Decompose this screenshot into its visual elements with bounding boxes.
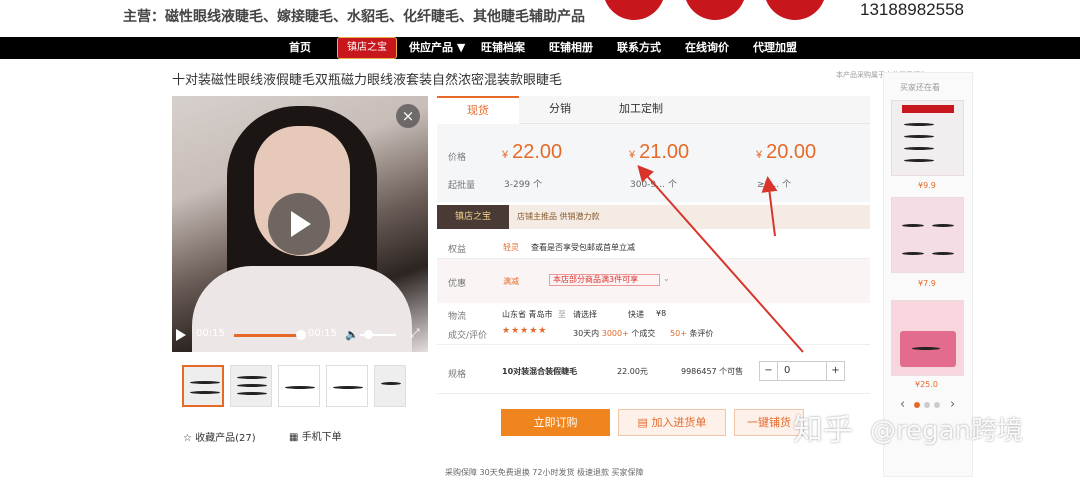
volume-icon[interactable]: 🔈	[345, 328, 359, 341]
shop-treasure-text: 店铺主推品 供销潜力款	[517, 212, 600, 221]
sold-info: 30天内 3000+ 个成交	[573, 329, 656, 338]
video-progress-track[interactable]	[234, 334, 298, 337]
min-order-label: 起批量	[448, 181, 476, 191]
qty-tier-1: 3-299 个	[504, 180, 543, 190]
rights-text[interactable]: 查看是否享受包邮或首单立减	[531, 242, 635, 253]
nav-contact[interactable]: 联系方式	[617, 37, 661, 59]
spec-stock: 9986457 个可售	[681, 367, 744, 376]
product-video[interactable]: × 00:15 00:15 🔈 ⤢	[172, 96, 428, 352]
watermark-author: @regan跨境	[870, 416, 1024, 446]
nav-products[interactable]: 供应产品 ▼	[409, 37, 465, 59]
purchase-guarantees: 采购保障 30天免费退换 72小时发货 极速退款 买家保障	[445, 468, 644, 477]
video-progress-fill	[234, 334, 297, 337]
price-label: 价格	[448, 153, 467, 163]
tab-distribution[interactable]: 分销	[530, 96, 590, 124]
promo-label: 优惠	[448, 279, 467, 289]
cart-icon: ▤	[637, 416, 652, 429]
video-total-time: 00:15	[308, 328, 337, 339]
quantity-stepper[interactable]: − 0 +	[759, 361, 845, 381]
recommend-item-1[interactable]	[891, 100, 964, 176]
thumbnail-4[interactable]	[326, 365, 368, 407]
rights-badge: 轻灵	[503, 243, 519, 252]
nav-inquiry[interactable]: 在线询价	[685, 37, 729, 59]
thumbnail-1[interactable]	[182, 365, 224, 407]
volume-handle[interactable]	[364, 330, 373, 339]
nav-bar	[0, 37, 1080, 59]
reviews-label: 成交/评价	[448, 331, 488, 341]
sidebar-dot[interactable]	[924, 402, 930, 408]
divider	[437, 393, 870, 394]
logistics-label: 物流	[448, 312, 467, 322]
recommend-price-3: ¥25.0	[915, 380, 938, 389]
nav-profile[interactable]: 旺铺档案	[481, 37, 525, 59]
promo-chevron-icon[interactable]: ⌄	[663, 274, 670, 283]
shop-treasure-tag: 镇店之宝	[437, 205, 509, 229]
quantity-value[interactable]: 0	[784, 365, 790, 376]
play-button[interactable]	[268, 193, 330, 255]
close-video-button[interactable]: ×	[396, 104, 420, 128]
logistics-cost: ¥8	[656, 309, 667, 318]
logistics-method: 快递	[628, 310, 644, 319]
increase-button[interactable]: +	[826, 362, 844, 380]
mobile-order-button[interactable]: ▦ 手机下单	[289, 428, 342, 443]
divider	[437, 344, 870, 345]
qty-tier-2: 300-9… 个	[630, 180, 678, 190]
sidebar-dot[interactable]	[914, 402, 920, 408]
recommend-price-1: ¥9.9	[918, 181, 936, 190]
thumbnail-3[interactable]	[278, 365, 320, 407]
nav-agent[interactable]: 代理加盟	[753, 37, 797, 59]
product-title: 十对装磁性眼线液假睫毛双瓶磁力眼线液套装自然浓密混装款眼睫毛	[172, 73, 563, 88]
favorite-button[interactable]: ☆ 收藏产品(27)	[183, 429, 256, 444]
nav-shop-treasure[interactable]: 镇店之宝	[337, 37, 397, 59]
add-to-cart-button[interactable]: ▤ 加入进货单	[618, 409, 726, 436]
logistics-dest-select[interactable]: 请选择	[573, 309, 597, 320]
review-info[interactable]: 50+ 条评价	[670, 328, 713, 339]
tab-spot[interactable]: 现货	[437, 96, 519, 124]
mobile-order-label: 手机下单	[301, 432, 342, 443]
video-current-time: 00:15	[196, 328, 225, 339]
nav-album[interactable]: 旺铺相册	[549, 37, 593, 59]
main-categories: 主营：磁性眼线液睫毛、嫁接睫毛、水貂毛、化纤睫毛、其他睫毛辅助产品	[123, 9, 585, 25]
fullscreen-icon[interactable]: ⤢	[410, 326, 420, 341]
tab-custom[interactable]: 加工定制	[605, 96, 677, 124]
nav-home[interactable]: 首页	[289, 37, 311, 59]
price-tier-3: ¥20.00	[756, 141, 817, 163]
logistics-to: 至	[558, 310, 566, 319]
decrease-button[interactable]: −	[760, 362, 778, 380]
thumbnail-2[interactable]	[230, 365, 272, 407]
spec-name: 10对装混合装假睫毛	[502, 367, 578, 376]
watermark-site: 知乎	[793, 413, 853, 448]
phone-number: 13188982558	[860, 0, 965, 19]
logistics-origin: 山东省 青岛市	[502, 310, 553, 319]
price-tier-2: ¥21.00	[629, 141, 690, 163]
inquiry-badge[interactable]	[603, 0, 665, 20]
recommend-price-2: ¥7.9	[918, 279, 936, 288]
thumbnail-5[interactable]	[374, 365, 406, 407]
guarantee-badge[interactable]	[684, 0, 746, 20]
play-icon	[291, 211, 311, 237]
rating-stars: ★★★★★	[502, 326, 548, 336]
promo-detail[interactable]: 本店部分商品满3件可享	[549, 274, 660, 286]
video-progress-handle[interactable]	[296, 330, 306, 340]
promo-tag: 满减	[503, 277, 519, 286]
sidebar-dot[interactable]	[934, 402, 940, 408]
qr-icon: ▦	[289, 432, 302, 443]
merchant-badge[interactable]	[764, 0, 826, 20]
rights-label: 权益	[448, 245, 467, 255]
recommend-item-2[interactable]	[891, 197, 964, 273]
qty-tier-3: ≥9… 个	[757, 180, 792, 190]
recommend-title: 买家还在看	[900, 83, 940, 92]
small-play-icon[interactable]	[176, 329, 186, 341]
spec-label: 规格	[448, 370, 467, 380]
price-tier-1: ¥22.00	[502, 141, 563, 163]
spec-price: 22.00元	[617, 367, 648, 376]
buy-now-button[interactable]: 立即订购	[501, 409, 610, 436]
recommend-item-3[interactable]	[891, 300, 964, 376]
